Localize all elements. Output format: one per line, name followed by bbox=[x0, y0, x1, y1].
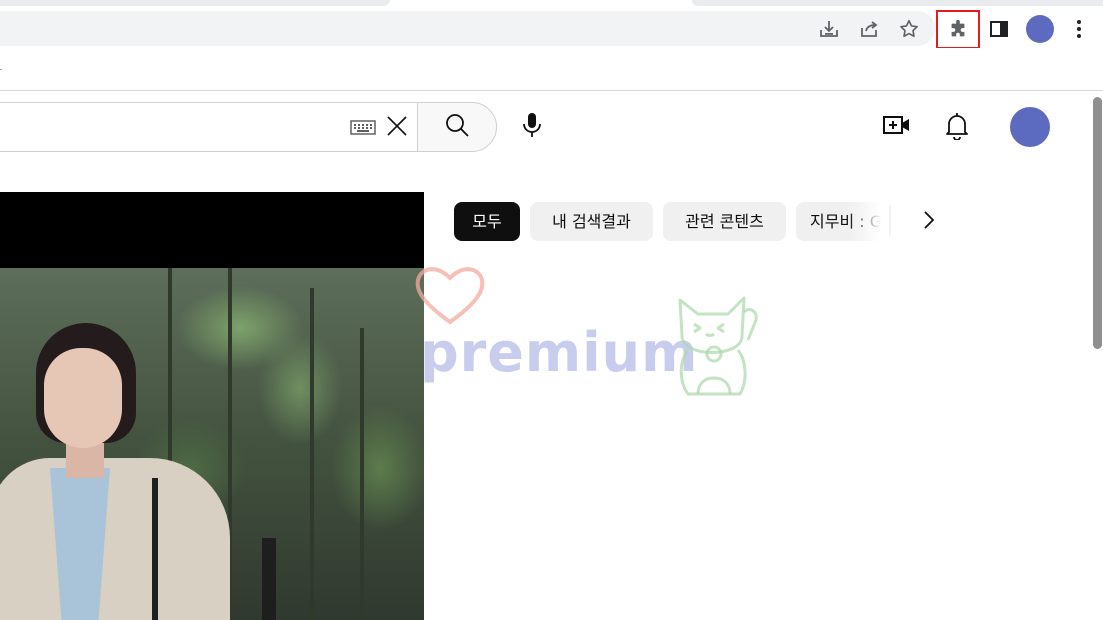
chip-next-button[interactable] bbox=[912, 205, 946, 239]
person-face bbox=[44, 348, 122, 448]
bag-strap bbox=[152, 478, 158, 620]
lamp-post bbox=[262, 538, 276, 620]
mic-button[interactable] bbox=[516, 111, 548, 143]
bell-icon bbox=[945, 112, 969, 144]
lucky-cat-icon bbox=[668, 292, 764, 408]
search-button[interactable] bbox=[417, 102, 497, 152]
extensions-icon[interactable] bbox=[936, 10, 980, 49]
browser-tab[interactable] bbox=[0, 0, 390, 6]
address-bar[interactable] bbox=[0, 11, 935, 46]
notifications-button[interactable] bbox=[940, 111, 974, 145]
scrollbar-thumb[interactable] bbox=[1093, 97, 1102, 349]
browser-toolbar bbox=[0, 10, 1103, 49]
chip-my-searches[interactable]: 내 검색결과 bbox=[530, 202, 653, 241]
avatar[interactable] bbox=[1010, 107, 1050, 147]
chevron-right-icon bbox=[922, 210, 936, 234]
person-jacket bbox=[0, 458, 230, 620]
mic-icon bbox=[522, 112, 542, 142]
more-vert-icon[interactable] bbox=[1064, 14, 1094, 44]
search-icon bbox=[444, 112, 470, 142]
download-icon[interactable] bbox=[814, 14, 844, 44]
video-player[interactable] bbox=[0, 192, 424, 620]
chip-related[interactable]: 관련 콘텐츠 bbox=[663, 202, 786, 241]
side-panel-icon[interactable] bbox=[984, 14, 1014, 44]
chip-all[interactable]: 모두 bbox=[454, 202, 520, 241]
youtube-page: 모두 내 검색결과 관련 콘텐츠 지무비 : G premium bbox=[0, 92, 1103, 620]
profile-avatar[interactable] bbox=[1026, 15, 1054, 43]
clear-icon[interactable] bbox=[385, 114, 409, 138]
browser-tab[interactable] bbox=[692, 0, 1103, 6]
video-frame bbox=[0, 268, 424, 620]
bookmarks-bar bbox=[0, 48, 1103, 91]
create-video-button[interactable] bbox=[879, 111, 915, 143]
tab-strip bbox=[0, 0, 1103, 10]
watermark-text: premium bbox=[420, 321, 699, 384]
keyboard-icon[interactable] bbox=[350, 118, 376, 136]
star-icon[interactable] bbox=[894, 14, 924, 44]
create-video-icon bbox=[882, 114, 912, 140]
share-icon[interactable] bbox=[854, 14, 884, 44]
